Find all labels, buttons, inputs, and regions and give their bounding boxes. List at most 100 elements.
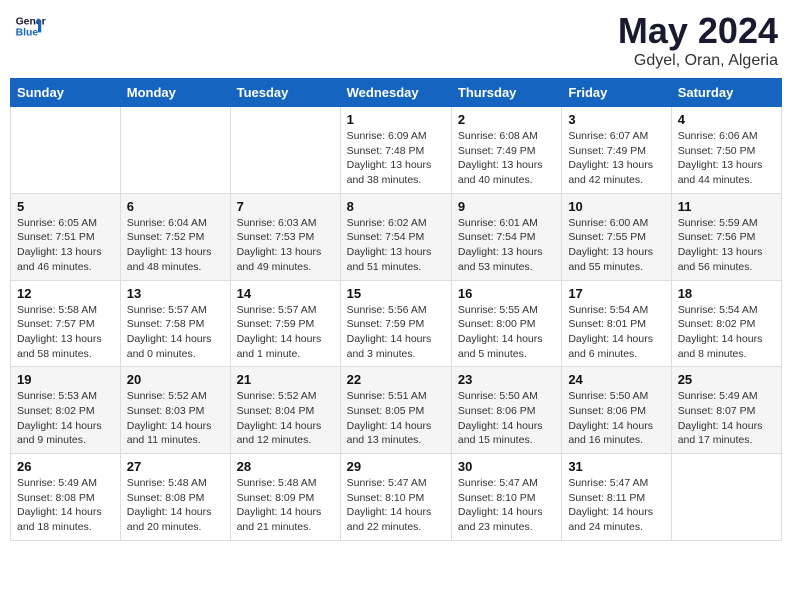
calendar-table: SundayMondayTuesdayWednesdayThursdayFrid… <box>10 78 782 541</box>
day-info: Sunrise: 5:57 AM Sunset: 7:58 PM Dayligh… <box>127 303 224 362</box>
logo-icon: General Blue <box>14 10 46 42</box>
calendar-cell: 29 Sunrise: 5:47 AM Sunset: 8:10 PM Dayli… <box>340 454 451 541</box>
day-info: Sunrise: 5:49 AM Sunset: 8:08 PM Dayligh… <box>17 476 114 535</box>
day-info: Sunrise: 6:06 AM Sunset: 7:50 PM Dayligh… <box>678 129 775 188</box>
day-info: Sunrise: 6:09 AM Sunset: 7:48 PM Dayligh… <box>347 129 445 188</box>
day-number: 22 <box>347 372 445 387</box>
calendar-cell: 6 Sunrise: 6:04 AM Sunset: 7:52 PM Daylig… <box>120 193 230 280</box>
day-number: 10 <box>568 199 664 214</box>
day-info: Sunrise: 6:01 AM Sunset: 7:54 PM Dayligh… <box>458 216 555 275</box>
calendar-cell: 26Sunrise: 5:49 AM Sunset: 8:08 PM Dayli… <box>11 454 121 541</box>
day-number: 4 <box>678 112 775 127</box>
day-number: 29 <box>347 459 445 474</box>
day-number: 3 <box>568 112 664 127</box>
calendar-cell: 30 Sunrise: 5:47 AM Sunset: 8:10 PM Dayli… <box>451 454 561 541</box>
day-number: 7 <box>237 199 334 214</box>
weekday-header: Friday <box>562 79 671 107</box>
weekday-header: Monday <box>120 79 230 107</box>
calendar-cell: 10 Sunrise: 6:00 AM Sunset: 7:55 PM Dayli… <box>562 193 671 280</box>
day-info: Sunrise: 5:55 AM Sunset: 8:00 PM Dayligh… <box>458 303 555 362</box>
calendar-cell: 3 Sunrise: 6:07 AM Sunset: 7:49 PM Daylig… <box>562 107 671 194</box>
day-info: Sunrise: 5:57 AM Sunset: 7:59 PM Dayligh… <box>237 303 334 362</box>
day-info: Sunrise: 5:56 AM Sunset: 7:59 PM Dayligh… <box>347 303 445 362</box>
calendar-cell: 31Sunrise: 5:47 AM Sunset: 8:11 PM Dayli… <box>562 454 671 541</box>
day-info: Sunrise: 6:03 AM Sunset: 7:53 PM Dayligh… <box>237 216 334 275</box>
day-info: Sunrise: 5:59 AM Sunset: 7:56 PM Dayligh… <box>678 216 775 275</box>
day-number: 17 <box>568 286 664 301</box>
day-number: 13 <box>127 286 224 301</box>
calendar-cell: 18 Sunrise: 5:54 AM Sunset: 8:02 PM Dayli… <box>671 280 781 367</box>
weekday-header: Thursday <box>451 79 561 107</box>
day-info: Sunrise: 5:54 AM Sunset: 8:02 PM Dayligh… <box>678 303 775 362</box>
day-number: 1 <box>347 112 445 127</box>
day-info: Sunrise: 5:49 AM Sunset: 8:07 PM Dayligh… <box>678 389 775 448</box>
day-info: Sunrise: 6:08 AM Sunset: 7:49 PM Dayligh… <box>458 129 555 188</box>
page-header: General Blue May 2024 Gdyel, Oran, Alger… <box>10 10 782 70</box>
weekday-header: Wednesday <box>340 79 451 107</box>
day-info: Sunrise: 6:02 AM Sunset: 7:54 PM Dayligh… <box>347 216 445 275</box>
day-info: Sunrise: 5:48 AM Sunset: 8:08 PM Dayligh… <box>127 476 224 535</box>
calendar-cell: 7 Sunrise: 6:03 AM Sunset: 7:53 PM Daylig… <box>230 193 340 280</box>
svg-text:Blue: Blue <box>16 28 39 39</box>
calendar-cell: 16 Sunrise: 5:55 AM Sunset: 8:00 PM Dayli… <box>451 280 561 367</box>
calendar-week-row: 12 Sunrise: 5:58 AM Sunset: 7:57 PM Dayli… <box>11 280 782 367</box>
calendar-cell: 13 Sunrise: 5:57 AM Sunset: 7:58 PM Dayli… <box>120 280 230 367</box>
calendar-cell: 2 Sunrise: 6:08 AM Sunset: 7:49 PM Daylig… <box>451 107 561 194</box>
day-number: 6 <box>127 199 224 214</box>
location: Gdyel, Oran, Algeria <box>618 52 778 70</box>
day-info: Sunrise: 5:51 AM Sunset: 8:05 PM Dayligh… <box>347 389 445 448</box>
calendar-cell <box>11 107 121 194</box>
day-number: 5 <box>17 199 114 214</box>
day-info: Sunrise: 5:50 AM Sunset: 8:06 PM Dayligh… <box>568 389 664 448</box>
day-number: 20 <box>127 372 224 387</box>
calendar-cell: 5 Sunrise: 6:05 AM Sunset: 7:51 PM Daylig… <box>11 193 121 280</box>
day-number: 11 <box>678 199 775 214</box>
calendar-cell <box>230 107 340 194</box>
calendar-week-row: 19Sunrise: 5:53 AM Sunset: 8:02 PM Dayli… <box>11 367 782 454</box>
calendar-cell: 15Sunrise: 5:56 AM Sunset: 7:59 PM Dayli… <box>340 280 451 367</box>
weekday-header: Saturday <box>671 79 781 107</box>
day-info: Sunrise: 6:05 AM Sunset: 7:51 PM Dayligh… <box>17 216 114 275</box>
calendar-cell: 4 Sunrise: 6:06 AM Sunset: 7:50 PM Daylig… <box>671 107 781 194</box>
weekday-header: Tuesday <box>230 79 340 107</box>
calendar-cell: 23Sunrise: 5:50 AM Sunset: 8:06 PM Dayli… <box>451 367 561 454</box>
calendar-cell: 9Sunrise: 6:01 AM Sunset: 7:54 PM Daylig… <box>451 193 561 280</box>
weekday-header-row: SundayMondayTuesdayWednesdayThursdayFrid… <box>11 79 782 107</box>
day-info: Sunrise: 5:52 AM Sunset: 8:03 PM Dayligh… <box>127 389 224 448</box>
day-number: 8 <box>347 199 445 214</box>
calendar-cell <box>120 107 230 194</box>
day-number: 30 <box>458 459 555 474</box>
calendar-cell: 11 Sunrise: 5:59 AM Sunset: 7:56 PM Dayli… <box>671 193 781 280</box>
calendar-week-row: 26Sunrise: 5:49 AM Sunset: 8:08 PM Dayli… <box>11 454 782 541</box>
calendar-week-row: 1 Sunrise: 6:09 AM Sunset: 7:48 PM Daylig… <box>11 107 782 194</box>
day-number: 12 <box>17 286 114 301</box>
day-info: Sunrise: 5:47 AM Sunset: 8:10 PM Dayligh… <box>347 476 445 535</box>
day-info: Sunrise: 6:04 AM Sunset: 7:52 PM Dayligh… <box>127 216 224 275</box>
day-number: 14 <box>237 286 334 301</box>
month-title: May 2024 <box>618 10 778 52</box>
svg-text:General: General <box>16 16 46 27</box>
day-number: 16 <box>458 286 555 301</box>
calendar-cell: 17Sunrise: 5:54 AM Sunset: 8:01 PM Dayli… <box>562 280 671 367</box>
calendar-cell: 8 Sunrise: 6:02 AM Sunset: 7:54 PM Daylig… <box>340 193 451 280</box>
calendar-cell: 25 Sunrise: 5:49 AM Sunset: 8:07 PM Dayli… <box>671 367 781 454</box>
day-number: 18 <box>678 286 775 301</box>
calendar-cell: 12 Sunrise: 5:58 AM Sunset: 7:57 PM Dayli… <box>11 280 121 367</box>
day-number: 27 <box>127 459 224 474</box>
day-info: Sunrise: 5:58 AM Sunset: 7:57 PM Dayligh… <box>17 303 114 362</box>
day-info: Sunrise: 6:07 AM Sunset: 7:49 PM Dayligh… <box>568 129 664 188</box>
calendar-cell: 27 Sunrise: 5:48 AM Sunset: 8:08 PM Dayli… <box>120 454 230 541</box>
calendar-cell: 22 Sunrise: 5:51 AM Sunset: 8:05 PM Dayli… <box>340 367 451 454</box>
day-number: 31 <box>568 459 664 474</box>
calendar-cell <box>671 454 781 541</box>
calendar-cell: 1 Sunrise: 6:09 AM Sunset: 7:48 PM Daylig… <box>340 107 451 194</box>
day-info: Sunrise: 5:47 AM Sunset: 8:10 PM Dayligh… <box>458 476 555 535</box>
day-number: 2 <box>458 112 555 127</box>
day-number: 23 <box>458 372 555 387</box>
day-info: Sunrise: 5:53 AM Sunset: 8:02 PM Dayligh… <box>17 389 114 448</box>
calendar-cell: 28Sunrise: 5:48 AM Sunset: 8:09 PM Dayli… <box>230 454 340 541</box>
calendar-cell: 24Sunrise: 5:50 AM Sunset: 8:06 PM Dayli… <box>562 367 671 454</box>
day-number: 21 <box>237 372 334 387</box>
day-number: 25 <box>678 372 775 387</box>
day-info: Sunrise: 6:00 AM Sunset: 7:55 PM Dayligh… <box>568 216 664 275</box>
